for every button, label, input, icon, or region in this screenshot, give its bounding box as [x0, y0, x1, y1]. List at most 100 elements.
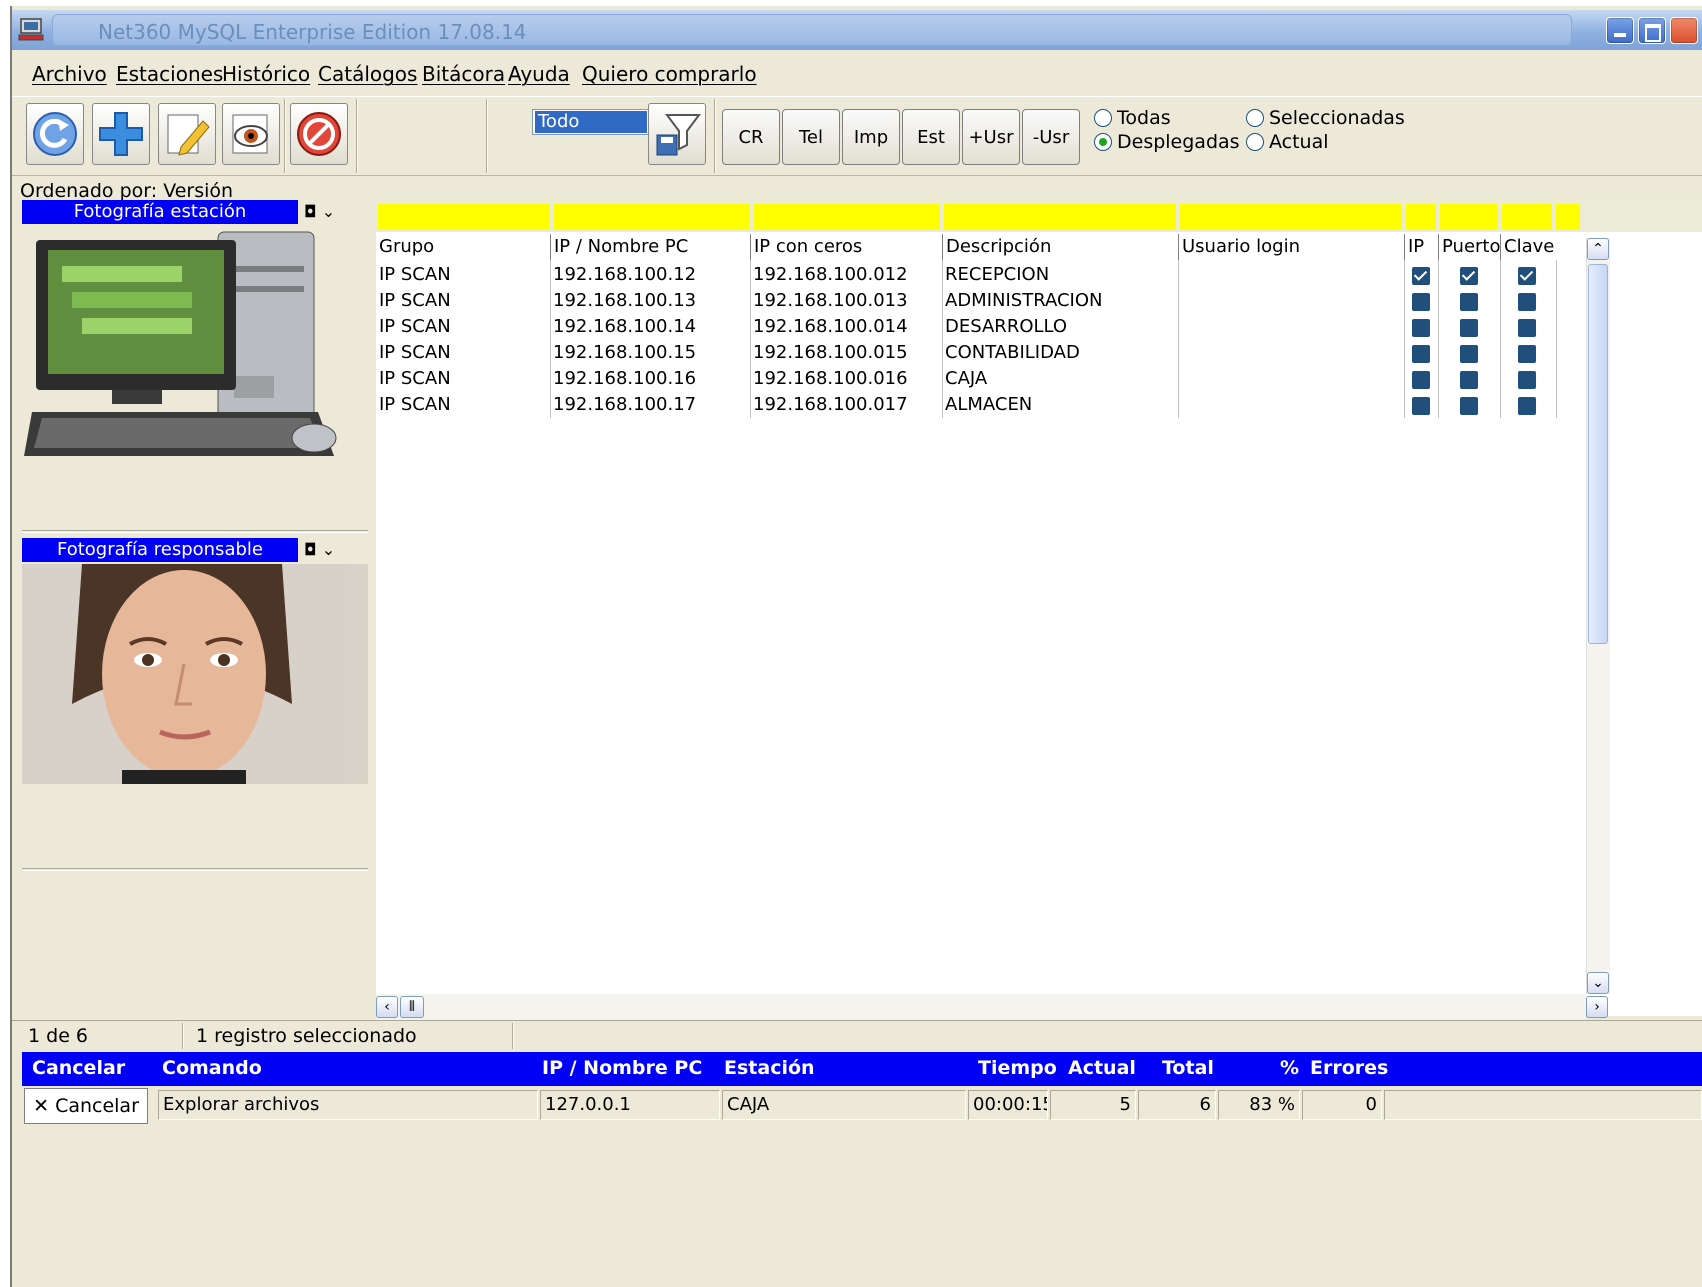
add-button[interactable] — [92, 103, 150, 165]
remove-user-button[interactable]: -Usr — [1022, 109, 1080, 165]
menu-bitacora[interactable]: Bitácora — [422, 62, 505, 86]
minimize-button[interactable] — [1606, 17, 1634, 44]
radio-label: Desplegadas — [1117, 131, 1240, 153]
row-checkbox[interactable] — [1412, 397, 1430, 415]
radio-todas[interactable]: Todas — [1094, 107, 1171, 129]
horizontal-scrollbar[interactable]: ‹ ⦀ › — [376, 994, 1608, 1020]
row-checkbox[interactable] — [1460, 293, 1478, 311]
row-checkbox[interactable] — [1412, 345, 1430, 363]
tel-button[interactable]: Tel — [782, 109, 840, 165]
delete-icon — [297, 112, 341, 156]
current-field: 5 — [1050, 1090, 1136, 1120]
menu-historico[interactable]: Histórico — [222, 62, 310, 86]
save-filter-button[interactable] — [648, 103, 706, 165]
cell-ip-ceros: 192.168.100.015 — [753, 342, 908, 363]
delete-button[interactable] — [290, 103, 348, 165]
scroll-left-icon[interactable]: ‹ — [376, 996, 398, 1018]
table-row[interactable]: IP SCAN 192.168.100.17 192.168.100.017 ALMA… — [376, 392, 1556, 418]
filter-cell-usuario[interactable] — [1180, 204, 1402, 230]
row-checkbox[interactable] — [1518, 267, 1536, 285]
scroll-thumb-horizontal[interactable]: ⦀ — [400, 996, 424, 1018]
est-button[interactable]: Est — [902, 109, 960, 165]
radio-desplegadas[interactable]: Desplegadas — [1094, 131, 1240, 153]
radio-indicator — [1246, 109, 1264, 127]
col-header-ip-ceros[interactable]: IP con ceros — [750, 234, 942, 260]
errors-field: 0 — [1302, 1090, 1382, 1120]
table-row[interactable]: IP SCAN 192.168.100.13 192.168.100.013 ADMI… — [376, 288, 1556, 314]
cell-ip-ceros: 192.168.100.013 — [753, 290, 908, 311]
filter-cell-puerto[interactable] — [1440, 204, 1498, 230]
col-header-grupo[interactable]: Grupo — [376, 234, 550, 260]
menu-estaciones[interactable]: Estaciones — [116, 62, 223, 86]
row-checkbox[interactable] — [1518, 293, 1536, 311]
photo-menu-icon[interactable]: ◘ ⌄ — [304, 540, 335, 559]
row-checkbox[interactable] — [1518, 371, 1536, 389]
row-checkbox[interactable] — [1412, 267, 1430, 285]
close-button[interactable] — [1670, 17, 1698, 44]
cr-button[interactable]: CR — [722, 109, 780, 165]
cell-descripcion: RECEPCION — [945, 264, 1050, 285]
filter-cell-ip[interactable] — [554, 204, 750, 230]
scroll-down-icon[interactable]: ⌄ — [1587, 972, 1609, 994]
row-checkbox[interactable] — [1412, 293, 1430, 311]
filter-row — [376, 196, 1702, 232]
refresh-button[interactable] — [26, 103, 84, 165]
time-field: 00:00:15 — [968, 1090, 1048, 1120]
column-header-row: Grupo IP / Nombre PC IP con ceros Descri… — [376, 234, 1702, 260]
menu-ayuda[interactable]: Ayuda — [508, 62, 570, 86]
cancel-button[interactable]: ✕ Cancelar — [24, 1088, 148, 1124]
row-checkbox[interactable] — [1460, 267, 1478, 285]
row-checkbox[interactable] — [1412, 319, 1430, 337]
filter-cell-ip-ceros[interactable] — [754, 204, 940, 230]
col-header-puerto[interactable]: Puerto — [1438, 234, 1501, 260]
imp-button[interactable]: Imp — [842, 109, 900, 165]
radio-seleccionadas[interactable]: Seleccionadas — [1246, 107, 1405, 129]
cell-ip: 192.168.100.14 — [553, 316, 697, 337]
menu-quiero-comprarlo[interactable]: Quiero comprarlo — [582, 62, 757, 86]
filter-cell-grupo[interactable] — [378, 204, 550, 230]
progress-col-percent: % — [1280, 1057, 1300, 1079]
row-checkbox[interactable] — [1460, 319, 1478, 337]
col-header-ip[interactable]: IP / Nombre PC — [550, 234, 750, 260]
filter-cell-extra[interactable] — [1556, 204, 1580, 230]
panel-divider — [22, 868, 368, 871]
cell-grupo: IP SCAN — [379, 290, 451, 311]
view-button[interactable] — [222, 103, 280, 165]
scroll-up-icon[interactable]: ⌃ — [1587, 238, 1609, 260]
row-checkbox[interactable] — [1518, 345, 1536, 363]
filter-cell-clave[interactable] — [1502, 204, 1552, 230]
filter-cell-descripcion[interactable] — [944, 204, 1176, 230]
row-checkbox[interactable] — [1518, 319, 1536, 337]
refresh-icon — [33, 112, 77, 156]
row-checkbox[interactable] — [1518, 397, 1536, 415]
radio-actual[interactable]: Actual — [1246, 131, 1329, 153]
photo-menu-icon[interactable]: ◘ ⌄ — [304, 202, 335, 221]
menu-archivo[interactable]: Archivo — [32, 62, 107, 86]
toolbar-separator — [356, 99, 358, 173]
row-checkbox[interactable] — [1412, 371, 1430, 389]
table-row[interactable]: IP SCAN 192.168.100.15 192.168.100.015 CONT… — [376, 340, 1556, 366]
row-checkbox[interactable] — [1460, 371, 1478, 389]
extra-field — [1384, 1090, 1702, 1120]
cell-ip-ceros: 192.168.100.014 — [753, 316, 908, 337]
filter-cell-ip-flag[interactable] — [1406, 204, 1436, 230]
col-header-usuario[interactable]: Usuario login — [1178, 234, 1404, 260]
table-row[interactable]: IP SCAN 192.168.100.16 192.168.100.016 CAJA — [376, 366, 1556, 392]
col-header-clave[interactable]: Clave — [1500, 234, 1556, 260]
station-photo — [22, 226, 368, 476]
scroll-right-icon[interactable]: › — [1586, 996, 1608, 1018]
table-row[interactable]: IP SCAN 192.168.100.14 192.168.100.014 DESA… — [376, 314, 1556, 340]
maximize-button[interactable] — [1638, 17, 1666, 44]
scroll-thumb[interactable] — [1588, 264, 1608, 644]
row-checkbox[interactable] — [1460, 397, 1478, 415]
add-user-button[interactable]: +Usr — [962, 109, 1020, 165]
edit-button[interactable] — [158, 103, 216, 165]
progress-col-cancelar: Cancelar — [32, 1057, 126, 1079]
col-header-descripcion[interactable]: Descripción — [942, 234, 1178, 260]
menu-catalogos[interactable]: Catálogos — [318, 62, 417, 86]
col-header-ip-flag[interactable]: IP — [1404, 234, 1438, 260]
progress-header: Cancelar Comando IP / Nombre PC Estación… — [22, 1052, 1702, 1086]
vertical-scrollbar[interactable]: ⌃ ⌄ — [1586, 238, 1610, 994]
table-row[interactable]: IP SCAN 192.168.100.12 192.168.100.012 RECE… — [376, 262, 1556, 288]
row-checkbox[interactable] — [1460, 345, 1478, 363]
